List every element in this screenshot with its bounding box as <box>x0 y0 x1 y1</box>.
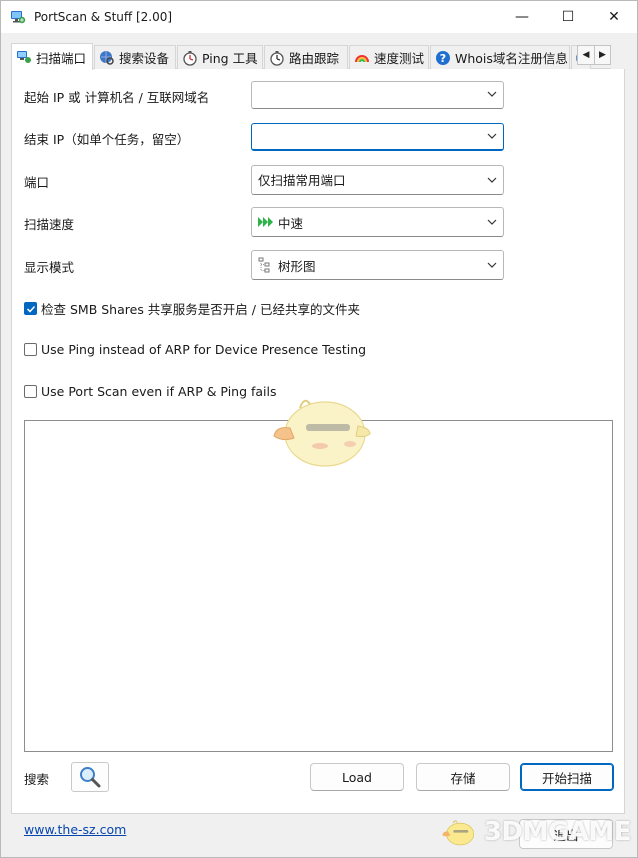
maximize-icon: ☐ <box>561 9 575 25</box>
minimize-icon: — <box>515 9 529 25</box>
app-window: PortScan & Stuff [2.00] — ☐ ✕ 扫描端口 搜索设备 … <box>0 0 638 858</box>
tab-label: 扫描端口 <box>36 50 87 66</box>
watermark-mascot-image <box>442 820 475 846</box>
start-scan-button[interactable]: 开始扫描 <box>520 763 614 791</box>
speed-combobox[interactable]: 中速 <box>251 207 504 237</box>
tab-whois[interactable]: ? Whois域名注册信息 <box>430 45 570 69</box>
fast-forward-icon <box>258 214 274 230</box>
port-value: 仅扫描常用端口 <box>258 173 346 188</box>
chevron-down-icon <box>487 91 497 97</box>
port-combobox[interactable]: 仅扫描常用端口 <box>251 165 504 195</box>
chevron-down-icon <box>487 133 497 139</box>
close-icon: ✕ <box>608 9 620 25</box>
tab-label: Ping 工具 <box>202 51 258 66</box>
mascot-watermark-image <box>273 399 371 467</box>
ping-stopwatch-icon <box>182 50 198 66</box>
start-ip-combobox[interactable] <box>251 81 504 109</box>
use-ping-checkbox[interactable] <box>24 343 37 356</box>
search-label: 搜索 <box>24 772 50 787</box>
exit-button[interactable]: 退出 <box>519 819 613 849</box>
chevron-down-icon <box>487 219 497 225</box>
search-button[interactable] <box>71 762 109 792</box>
globe-search-icon <box>99 50 115 66</box>
use-portscan-option-label: Use Port Scan even if ARP & Ping fails <box>41 384 277 399</box>
checkmark-icon <box>26 305 35 313</box>
title-bar: PortScan & Stuff [2.00] — ☐ ✕ <box>1 1 637 33</box>
port-label: 端口 <box>24 175 50 190</box>
window-title: PortScan & Stuff [2.00] <box>34 10 173 24</box>
tab-label: 速度测试 <box>374 51 425 66</box>
speed-label: 扫描速度 <box>24 217 75 232</box>
tree-view-icon <box>258 257 274 273</box>
tab-strip: 扫描端口 搜索设备 Ping 工具 路由跟踪 速度测试 ? Whois域名注册信… <box>11 43 611 70</box>
chevron-down-icon <box>487 177 497 183</box>
load-button[interactable]: Load <box>310 763 404 791</box>
magnifier-icon <box>80 767 101 788</box>
tab-traceroute[interactable]: 路由跟踪 <box>264 45 348 69</box>
tab-port-scan[interactable]: 扫描端口 <box>11 43 93 70</box>
smb-option-label: 检查 SMB Shares 共享服务是否开启 / 已经共享的文件夹 <box>41 302 360 317</box>
display-mode-label: 显示模式 <box>24 260 75 275</box>
use-ping-option[interactable]: Use Ping instead of ARP for Device Prese… <box>24 342 366 357</box>
network-computer-icon <box>16 49 32 65</box>
tab-scroll-arrows: ◀ ▶ <box>577 45 611 65</box>
minimize-button[interactable]: — <box>499 1 545 33</box>
tab-scroll-left-icon[interactable]: ◀ <box>578 46 594 64</box>
save-button[interactable]: 存储 <box>416 763 510 791</box>
tab-speed-test[interactable]: 速度测试 <box>349 45 429 69</box>
route-stopwatch-icon <box>269 50 285 66</box>
tab-label: Whois域名注册信息 <box>455 51 568 66</box>
use-portscan-option[interactable]: Use Port Scan even if ARP & Ping fails <box>24 384 277 399</box>
display-mode-value: 树形图 <box>278 258 316 274</box>
chevron-down-icon <box>487 262 497 268</box>
window-controls: — ☐ ✕ <box>499 1 637 33</box>
maximize-button[interactable]: ☐ <box>545 1 591 33</box>
tab-find-devices[interactable]: 搜索设备 <box>94 45 176 69</box>
svg-text:?: ? <box>440 52 446 65</box>
smb-shares-option[interactable]: 检查 SMB Shares 共享服务是否开启 / 已经共享的文件夹 <box>24 299 360 318</box>
display-mode-combobox[interactable]: 树形图 <box>251 250 504 280</box>
close-button[interactable]: ✕ <box>591 1 637 33</box>
smb-checkbox[interactable] <box>24 302 37 315</box>
tab-label: 路由跟踪 <box>289 51 340 66</box>
end-ip-label: 结束 IP（如单个任务，留空） <box>24 132 190 147</box>
use-portscan-checkbox[interactable] <box>24 385 37 398</box>
port-scan-panel: 起始 IP 或 计算机名 / 互联网域名 结束 IP（如单个任务，留空） 端口 … <box>11 69 625 814</box>
speed-value: 中速 <box>278 215 304 231</box>
help-question-icon: ? <box>435 50 451 66</box>
start-ip-label: 起始 IP 或 计算机名 / 互联网域名 <box>24 90 210 105</box>
tab-label: 搜索设备 <box>119 51 170 66</box>
tab-scroll-right-icon[interactable]: ▶ <box>593 46 610 64</box>
use-ping-option-label: Use Ping instead of ARP for Device Prese… <box>41 342 367 357</box>
speed-rainbow-icon <box>354 50 370 66</box>
app-icon <box>11 11 26 24</box>
website-link[interactable]: www.the-sz.com <box>24 822 126 837</box>
tab-ping[interactable]: Ping 工具 <box>177 45 263 69</box>
end-ip-combobox[interactable] <box>251 123 504 151</box>
